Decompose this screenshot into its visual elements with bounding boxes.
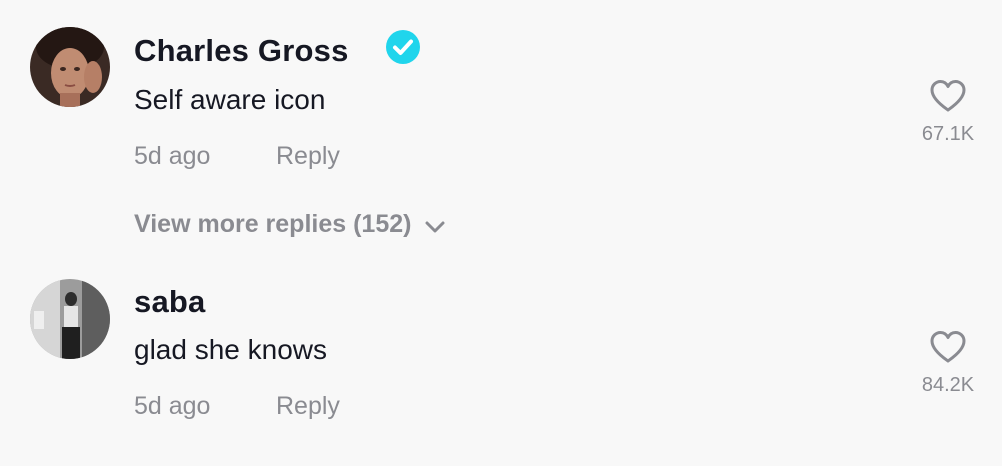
comment-username[interactable]: Charles Gross <box>134 33 349 69</box>
heart-outline-icon <box>930 80 966 112</box>
avatar[interactable] <box>30 27 110 107</box>
comment-text: glad she knows <box>134 334 328 365</box>
heart-outline-icon <box>930 331 966 363</box>
like-button[interactable]: 84.2K <box>908 330 988 397</box>
comment-timestamp: 5d ago <box>134 392 211 420</box>
comment-text: Self aware icon <box>134 84 326 115</box>
avatar[interactable] <box>30 279 110 359</box>
view-more-replies-label: View more replies (152) <box>134 210 412 238</box>
verified-badge-icon <box>385 29 421 65</box>
comment-username[interactable]: saba <box>134 284 205 320</box>
like-button[interactable]: 67.1K <box>908 79 988 146</box>
reply-button[interactable]: Reply <box>276 142 340 171</box>
reply-button[interactable]: Reply <box>276 392 340 421</box>
like-count: 67.1K <box>921 123 975 145</box>
like-count: 84.2K <box>921 374 975 396</box>
comment-timestamp: 5d ago <box>134 142 211 170</box>
view-more-replies-button[interactable]: View more replies (152) <box>134 210 445 239</box>
chevron-down-icon <box>425 221 445 232</box>
